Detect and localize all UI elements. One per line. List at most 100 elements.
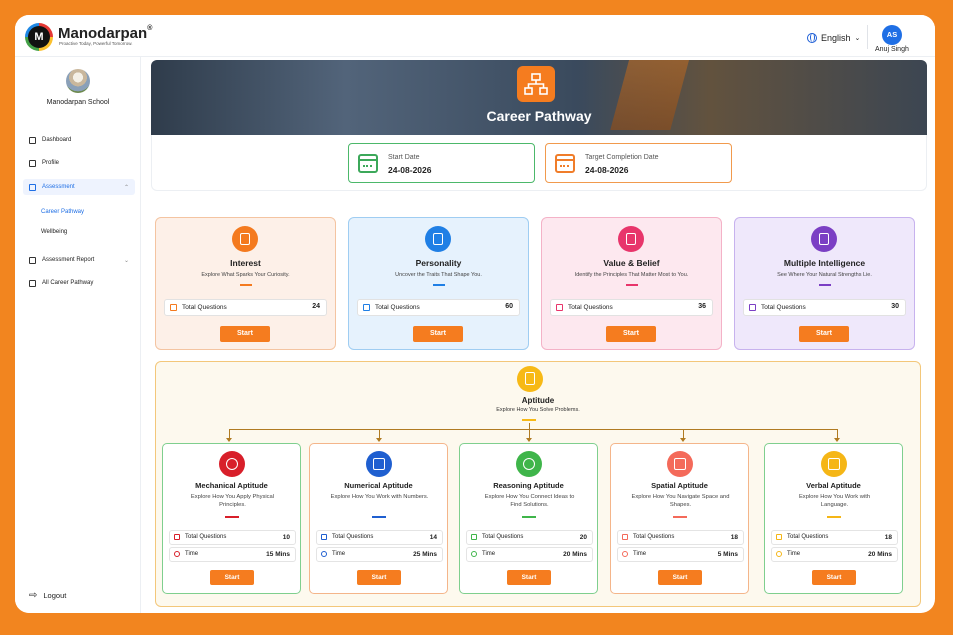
time-row: Time 15 Mins bbox=[169, 547, 296, 562]
list-icon bbox=[170, 304, 177, 311]
divider bbox=[522, 516, 536, 518]
avatar[interactable]: AS bbox=[882, 25, 902, 45]
chevron-down-icon: ⌄ bbox=[854, 35, 861, 42]
divider bbox=[827, 516, 841, 518]
total-questions-row: Total Questions 14 bbox=[316, 530, 443, 545]
sidebar-item-profile[interactable]: Profile bbox=[23, 155, 135, 171]
date-bar: Start Date 24-08-2026 Target Completion … bbox=[151, 135, 927, 191]
clock-icon bbox=[776, 551, 782, 557]
chevron-up-icon: ⌃ bbox=[123, 184, 129, 191]
connector-line bbox=[229, 429, 838, 430]
list-icon bbox=[776, 534, 782, 540]
reasoning-start-button[interactable]: Start bbox=[507, 570, 551, 585]
calendar-icon bbox=[555, 154, 575, 173]
brand-tagline: Proactive Today, Powerful Tomorrow. bbox=[59, 41, 133, 46]
divider bbox=[372, 516, 386, 518]
card-title: Mechanical Aptitude bbox=[195, 481, 268, 490]
language-label: English bbox=[821, 33, 851, 43]
spatial-start-button[interactable]: Start bbox=[658, 570, 702, 585]
career-pathway-banner: Career Pathway bbox=[151, 60, 927, 135]
total-questions-row: Total Questions 60 bbox=[357, 299, 520, 316]
database-icon bbox=[232, 226, 258, 252]
brand-name: Manodarpan® bbox=[58, 25, 153, 42]
gear-icon bbox=[219, 451, 245, 477]
card-description: Explore How You Work with Numbers. bbox=[330, 494, 429, 500]
language-selector[interactable]: English ⌄ bbox=[807, 33, 860, 43]
list-icon bbox=[749, 304, 756, 311]
time-row: Time 20 Mins bbox=[771, 547, 898, 562]
arrow-down-icon bbox=[376, 438, 382, 442]
divider bbox=[240, 284, 252, 286]
page-title: Career Pathway bbox=[486, 108, 592, 124]
completion-date-label: Target Completion Date bbox=[585, 154, 659, 161]
multiple-intelligence-start-button[interactable]: Start bbox=[799, 326, 849, 342]
numerical-aptitude-card: Numerical Aptitude Explore How You Work … bbox=[309, 443, 448, 594]
value-belief-start-button[interactable]: Start bbox=[606, 326, 656, 342]
divider bbox=[673, 516, 687, 518]
card-subtitle: Identify the Principles That Matter Most… bbox=[574, 272, 689, 278]
card-title: Verbal Aptitude bbox=[806, 481, 861, 490]
start-date-box: Start Date 24-08-2026 bbox=[348, 143, 535, 183]
sidebar-subitem-wellbeing[interactable]: Wellbeing bbox=[41, 229, 67, 235]
sidebar-item-dashboard[interactable]: Dashboard bbox=[23, 132, 135, 148]
start-date-value: 24-08-2026 bbox=[388, 165, 432, 175]
sidebar-subitem-career-pathway[interactable]: Career Pathway bbox=[41, 209, 84, 215]
book-icon bbox=[811, 226, 837, 252]
completion-date-value: 24-08-2026 bbox=[585, 165, 629, 175]
document-icon bbox=[517, 366, 543, 392]
total-questions-row: Total Questions 18 bbox=[617, 530, 744, 545]
brain-icon bbox=[516, 451, 542, 477]
school-image bbox=[66, 69, 90, 93]
interest-card: Interest Explore What Sparks Your Curios… bbox=[155, 217, 336, 350]
multiple-intelligence-card: Multiple Intelligence See Where Your Nat… bbox=[734, 217, 915, 350]
brand-logo[interactable]: M bbox=[25, 23, 53, 51]
list-icon bbox=[321, 534, 327, 540]
calculator-icon bbox=[366, 451, 392, 477]
card-title: Numerical Aptitude bbox=[344, 481, 413, 490]
divider bbox=[522, 419, 536, 421]
list-icon bbox=[174, 534, 180, 540]
hierarchy-icon bbox=[517, 66, 555, 102]
total-questions-row: Total Questions 10 bbox=[169, 530, 296, 545]
card-title: Personality bbox=[415, 258, 462, 268]
aptitude-title: Aptitude bbox=[521, 396, 555, 405]
app-window: M Manodarpan® Proactive Today, Powerful … bbox=[15, 15, 935, 613]
reasoning-aptitude-card: Reasoning Aptitude Explore How You Conne… bbox=[459, 443, 598, 594]
list-icon bbox=[471, 534, 477, 540]
card-title: Multiple Intelligence bbox=[783, 258, 866, 268]
verbal-start-button[interactable]: Start bbox=[812, 570, 856, 585]
globe-icon bbox=[807, 33, 817, 43]
list-icon bbox=[556, 304, 563, 311]
speech-icon bbox=[821, 451, 847, 477]
verbal-aptitude-card: Verbal Aptitude Explore How You Work wit… bbox=[764, 443, 903, 594]
time-row: Time 25 Mins bbox=[316, 547, 443, 562]
card-subtitle: Explore What Sparks Your Curiosity. bbox=[201, 272, 290, 278]
arrow-down-icon bbox=[680, 438, 686, 442]
interest-start-button[interactable]: Start bbox=[220, 326, 270, 342]
card-description: Explore How You Apply Physical Principle… bbox=[190, 494, 275, 508]
card-title: Reasoning Aptitude bbox=[493, 481, 564, 490]
card-title: Spatial Aptitude bbox=[651, 481, 708, 490]
card-description: Explore How You Work with Language. bbox=[798, 494, 871, 508]
personality-start-button[interactable]: Start bbox=[413, 326, 463, 342]
mechanical-start-button[interactable]: Start bbox=[210, 570, 254, 585]
sidebar-item-assessment[interactable]: Assessment ⌃ bbox=[23, 179, 135, 195]
card-description: Explore How You Navigate Space and Shape… bbox=[631, 494, 730, 508]
logout-icon: ⇨ bbox=[29, 590, 38, 601]
card-title: Value & Belief bbox=[603, 258, 660, 268]
list-icon bbox=[363, 304, 370, 311]
time-row: Time 20 Mins bbox=[466, 547, 593, 562]
card-subtitle: See Where Your Natural Strengths Lie. bbox=[777, 272, 872, 278]
chart-icon bbox=[29, 256, 36, 264]
arrow-down-icon bbox=[834, 438, 840, 442]
mechanical-aptitude-card: Mechanical Aptitude Explore How You Appl… bbox=[162, 443, 301, 594]
card-description: Explore How You Connect Ideas to Find So… bbox=[484, 494, 575, 508]
total-questions-row: Total Questions 36 bbox=[550, 299, 713, 316]
sidebar-item-all-career-pathway[interactable]: All Career Pathway bbox=[23, 275, 135, 291]
divider bbox=[626, 284, 638, 286]
chevron-down-icon: ⌄ bbox=[123, 257, 129, 264]
logout-button[interactable]: ⇨ Logout bbox=[29, 590, 66, 601]
sidebar: Manodarpan School Dashboard Profile Asse… bbox=[15, 57, 141, 613]
numerical-start-button[interactable]: Start bbox=[357, 570, 401, 585]
sidebar-item-assessment-report[interactable]: Assessment Report ⌄ bbox=[23, 252, 135, 268]
